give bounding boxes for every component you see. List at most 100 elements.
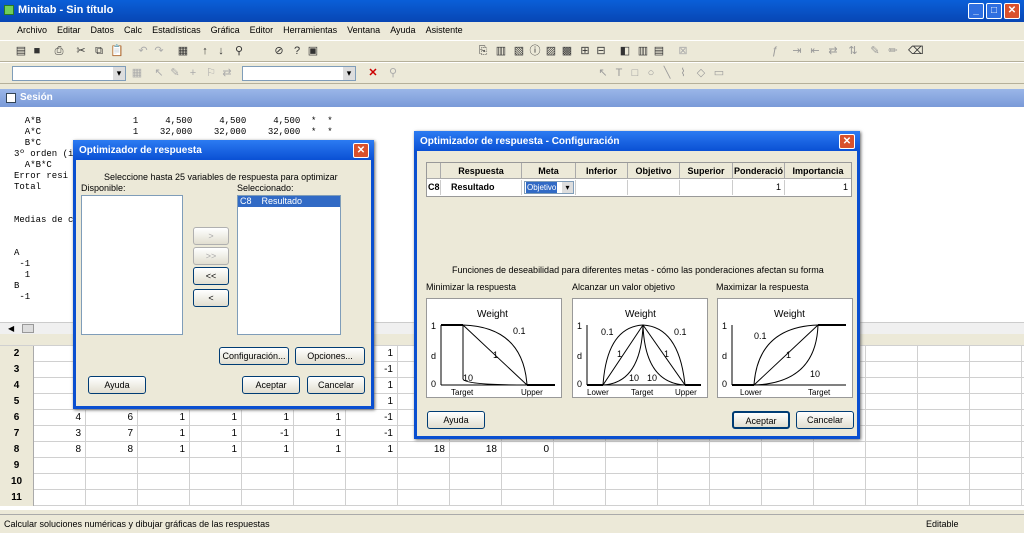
grid-cell[interactable] xyxy=(606,458,658,474)
size-combo[interactable] xyxy=(242,66,356,81)
move-icon[interactable]: ⇄ xyxy=(826,45,840,58)
move-right-button[interactable]: > xyxy=(193,227,229,245)
menu-item-0[interactable]: Archivo xyxy=(17,25,47,40)
grid-cell[interactable] xyxy=(242,458,294,474)
cascade-icon[interactable]: ▤ xyxy=(652,45,666,58)
grid-cell[interactable]: 1 xyxy=(294,442,346,458)
grid-cell[interactable] xyxy=(970,426,1022,442)
grid-cell[interactable] xyxy=(970,474,1022,490)
grid-cell[interactable] xyxy=(606,490,658,506)
grid-cell[interactable]: 0 xyxy=(502,442,554,458)
grid-cell[interactable] xyxy=(606,474,658,490)
help-icon[interactable]: ? xyxy=(290,45,304,58)
grid-cell[interactable]: -1 xyxy=(346,410,398,426)
row-number[interactable]: 7 xyxy=(0,426,34,442)
response-table[interactable]: Respuesta Meta Inferior Objetivo Superio… xyxy=(426,162,852,197)
redo-icon[interactable]: ↷ xyxy=(152,45,166,58)
grid-cell[interactable] xyxy=(606,442,658,458)
grid-cell[interactable] xyxy=(710,442,762,458)
grid-cell[interactable] xyxy=(970,442,1022,458)
grid-cell[interactable] xyxy=(918,458,970,474)
grid-cell[interactable] xyxy=(866,426,918,442)
grid-cell[interactable] xyxy=(970,378,1022,394)
grid-cell[interactable] xyxy=(866,442,918,458)
grid-cell[interactable] xyxy=(970,458,1022,474)
grid-cell[interactable]: 1 xyxy=(138,426,190,442)
grid-cell[interactable] xyxy=(138,458,190,474)
grid-cell[interactable]: 1 xyxy=(294,426,346,442)
marker-icon[interactable]: ▭ xyxy=(712,67,726,80)
grid-cell[interactable]: 1 xyxy=(138,442,190,458)
grid-cell[interactable] xyxy=(554,474,606,490)
refresh-icon[interactable]: ⇄ xyxy=(220,67,234,80)
grid-cell[interactable] xyxy=(918,394,970,410)
info-icon[interactable]: ⓘ xyxy=(528,45,542,58)
row-number[interactable]: 2 xyxy=(0,346,34,362)
maximize-button[interactable]: □ xyxy=(986,3,1002,19)
upper-cell[interactable] xyxy=(680,180,733,195)
brush-icon[interactable]: ✎ xyxy=(868,45,882,58)
scroll-left-icon[interactable]: ◀ xyxy=(8,324,14,333)
related-docs-icon[interactable]: ⊟ xyxy=(594,45,608,58)
available-list[interactable] xyxy=(81,195,183,335)
grid-cell[interactable]: 1 xyxy=(190,426,242,442)
grid-cell[interactable] xyxy=(866,346,918,362)
graph-folder-icon[interactable]: ◧ xyxy=(618,45,632,58)
project-manager-icon[interactable]: ▣ xyxy=(306,45,320,58)
grid-cell[interactable] xyxy=(866,362,918,378)
row-number[interactable]: 11 xyxy=(0,490,34,506)
grid-cell[interactable] xyxy=(190,490,242,506)
row-number[interactable]: 3 xyxy=(0,362,34,378)
grid-cell[interactable] xyxy=(34,490,86,506)
polygon-icon[interactable]: ◇ xyxy=(694,67,708,80)
row-number[interactable]: 5 xyxy=(0,394,34,410)
line-icon[interactable]: ╲ xyxy=(660,67,674,80)
grid-cell[interactable] xyxy=(242,474,294,490)
optimizer-cancel-button[interactable]: Cancelar xyxy=(307,376,365,394)
grid-cell[interactable] xyxy=(502,490,554,506)
grid-cell[interactable]: 1 xyxy=(294,410,346,426)
text-tool-icon[interactable]: T xyxy=(612,67,626,80)
grid-cell[interactable] xyxy=(34,474,86,490)
grid-cell[interactable] xyxy=(294,458,346,474)
grid-cell[interactable] xyxy=(346,474,398,490)
grid-cell[interactable] xyxy=(866,394,918,410)
select-icon[interactable]: ↖ xyxy=(152,67,166,80)
scroll-thumb[interactable] xyxy=(22,324,34,333)
grid-cell[interactable]: 1 xyxy=(242,442,294,458)
grid-cell[interactable] xyxy=(814,490,866,506)
grid-cell[interactable] xyxy=(34,458,86,474)
pointer-icon[interactable]: ↖ xyxy=(596,67,610,80)
optimizer-close-button[interactable]: ✕ xyxy=(353,143,369,158)
grid-cell[interactable] xyxy=(138,474,190,490)
grid-cell[interactable]: 1 xyxy=(190,442,242,458)
grid-cell[interactable]: 18 xyxy=(398,442,450,458)
grid-cell[interactable] xyxy=(866,458,918,474)
menu-item-3[interactable]: Calc xyxy=(124,25,142,40)
print-icon[interactable]: ⎙ xyxy=(52,45,66,58)
grid-cell[interactable] xyxy=(138,490,190,506)
menu-item-4[interactable]: Estadísticas xyxy=(152,25,201,40)
sort-icon[interactable]: ⇅ xyxy=(846,45,860,58)
open-icon[interactable]: ▤ xyxy=(14,45,28,58)
grid-cell[interactable] xyxy=(554,458,606,474)
insert-column-icon[interactable]: ⇥ xyxy=(790,45,804,58)
grid-cell[interactable] xyxy=(554,442,606,458)
grid-cell[interactable] xyxy=(762,474,814,490)
calculator-icon[interactable]: ▦ xyxy=(176,45,190,58)
menu-item-2[interactable]: Datos xyxy=(91,25,115,40)
menu-item-1[interactable]: Editar xyxy=(57,25,81,40)
cancel-icon[interactable]: ⊘ xyxy=(272,45,286,58)
grid-cell[interactable] xyxy=(814,442,866,458)
goal-select[interactable]: Objetivo ▾ xyxy=(524,181,574,194)
find-icon[interactable]: ⚲ xyxy=(232,45,246,58)
configuration-button[interactable]: Configuración... xyxy=(219,347,289,365)
grid-cell[interactable] xyxy=(450,474,502,490)
grid-cell[interactable] xyxy=(658,458,710,474)
grid-cell[interactable] xyxy=(502,458,554,474)
grid-cell[interactable] xyxy=(710,474,762,490)
grid-cell[interactable] xyxy=(814,474,866,490)
row-number[interactable]: 8 xyxy=(0,442,34,458)
copy-icon[interactable]: ⧉ xyxy=(92,45,106,58)
grid-cell[interactable] xyxy=(918,490,970,506)
